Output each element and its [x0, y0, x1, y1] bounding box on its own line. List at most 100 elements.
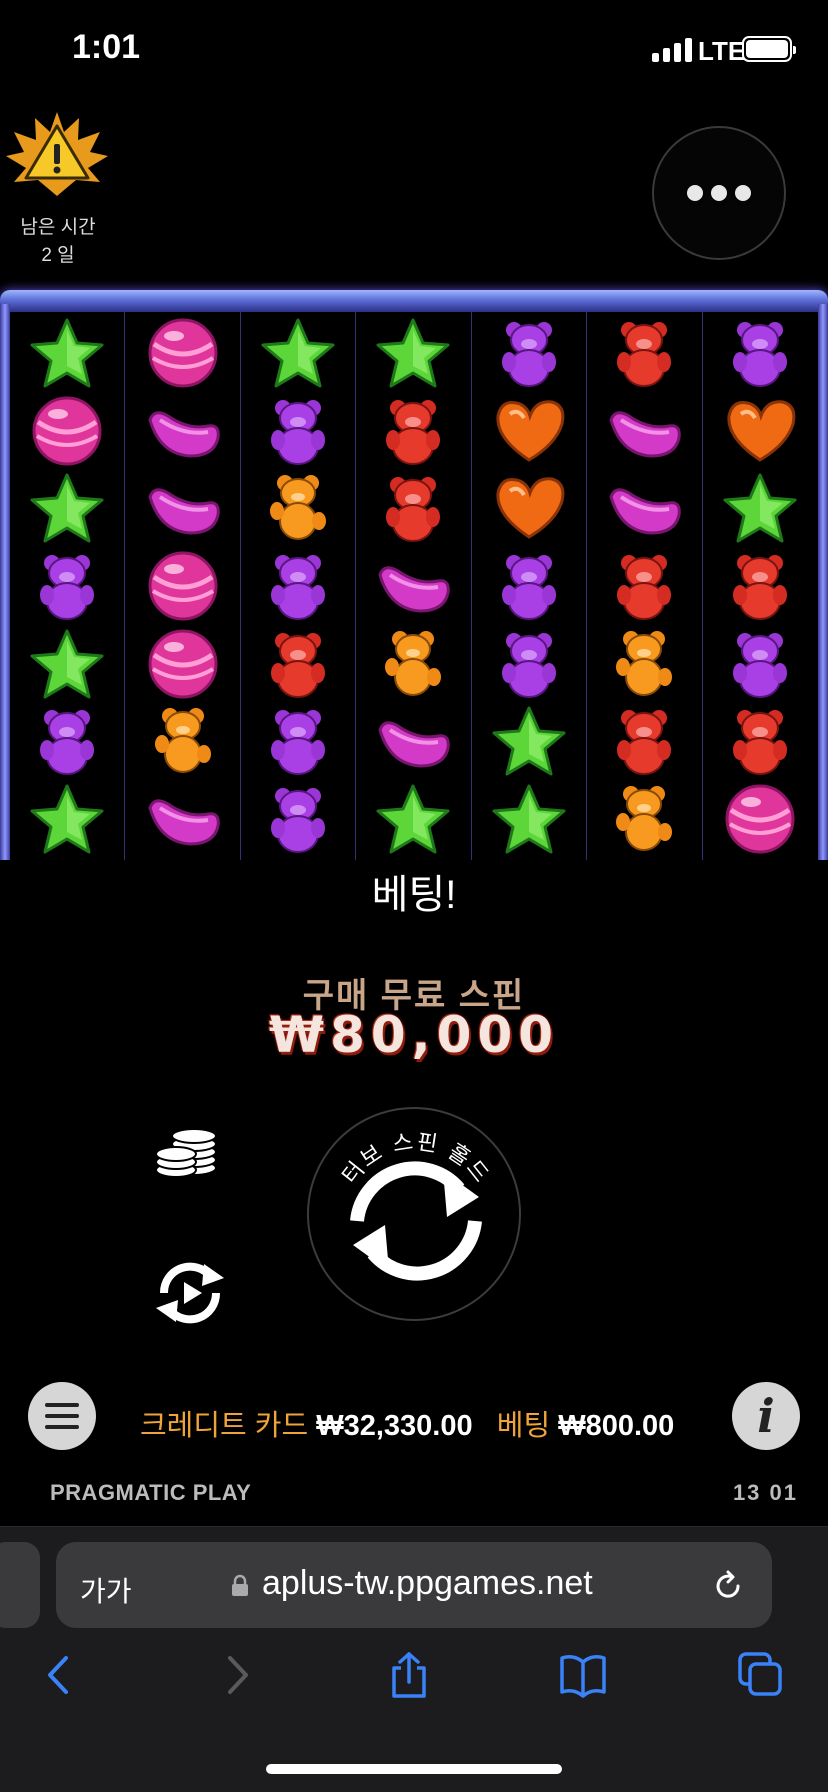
star-green-icon	[490, 782, 568, 856]
candy-pink-icon	[721, 782, 799, 856]
bear-purple-icon	[490, 316, 568, 390]
buy-free-spins-amount[interactable]: ₩80,000	[0, 1006, 828, 1064]
reel-column	[356, 312, 472, 860]
heart-orange-icon	[490, 471, 568, 545]
bear-red-icon	[605, 704, 683, 778]
bear-purple-icon	[259, 394, 337, 468]
bear-purple-icon	[721, 627, 799, 701]
bear-red-icon	[374, 471, 452, 545]
info-button[interactable]: i	[732, 1382, 800, 1450]
jelly-magenta-icon	[605, 394, 683, 468]
timer-label: 남은 시간 2 일	[0, 214, 116, 270]
bear-purple-icon	[28, 704, 106, 778]
tabs-icon[interactable]	[738, 1652, 784, 1698]
star-green-icon	[28, 782, 106, 856]
status-bar: 1:01 LTE	[0, 0, 828, 100]
reload-icon[interactable]	[710, 1568, 746, 1604]
jelly-magenta-icon	[144, 782, 222, 856]
back-icon[interactable]	[36, 1652, 82, 1698]
url-text[interactable]: aplus-tw.ppgames.net	[262, 1564, 593, 1603]
bookmarks-icon[interactable]	[560, 1652, 606, 1698]
reel-column	[10, 312, 126, 860]
more-options-button[interactable]	[652, 126, 786, 260]
dot-icon	[711, 185, 727, 201]
bear-orange-icon	[605, 627, 683, 701]
bear-orange-icon	[259, 471, 337, 545]
reel-frame-right	[818, 304, 828, 860]
heart-orange-icon	[721, 394, 799, 468]
dot-icon	[687, 185, 703, 201]
signal-icon	[652, 38, 694, 62]
reel-frame	[0, 290, 828, 860]
jelly-magenta-icon	[374, 549, 452, 623]
heart-orange-icon	[490, 394, 568, 468]
hamburger-icon	[45, 1414, 79, 1418]
forward-icon[interactable]	[214, 1652, 260, 1698]
star-green-icon	[28, 316, 106, 390]
game-clock: 13 01	[732, 1480, 798, 1505]
reel-grid	[10, 312, 818, 860]
balance-bar: 크레디트 카드 ₩32,330.00 베팅 ₩800.00	[140, 1402, 674, 1444]
text-size-button[interactable]: 가가	[80, 1570, 132, 1610]
bear-purple-icon	[490, 627, 568, 701]
bear-orange-icon	[605, 782, 683, 856]
coins-icon[interactable]	[154, 1124, 220, 1180]
candy-pink-icon	[144, 549, 222, 623]
candy-pink-icon	[144, 627, 222, 701]
autoplay-icon[interactable]	[148, 1256, 232, 1330]
star-green-icon	[374, 316, 452, 390]
candy-pink-icon	[28, 394, 106, 468]
reel-column	[241, 312, 357, 860]
bear-purple-icon	[490, 549, 568, 623]
menu-button[interactable]	[28, 1382, 96, 1450]
warning-icon[interactable]	[4, 110, 110, 200]
credit-label: 크레디트 카드	[140, 1410, 309, 1442]
candy-pink-icon	[144, 316, 222, 390]
reel-column	[703, 312, 818, 860]
bet-value: ₩800.00	[558, 1410, 675, 1442]
bear-purple-icon	[259, 704, 337, 778]
bear-purple-icon	[721, 316, 799, 390]
bear-purple-icon	[259, 549, 337, 623]
hamburger-icon	[45, 1425, 79, 1429]
previous-tab[interactable]	[0, 1542, 40, 1628]
jelly-magenta-icon	[374, 704, 452, 778]
bear-red-icon	[374, 394, 452, 468]
bear-red-icon	[605, 549, 683, 623]
network-label: LTE	[698, 36, 746, 66]
reel-frame-left	[0, 304, 10, 860]
bear-red-icon	[721, 549, 799, 623]
jelly-magenta-icon	[144, 471, 222, 545]
timer-value: 2 일	[41, 245, 75, 266]
reel-frame-top	[0, 290, 828, 312]
battery-icon	[742, 36, 796, 62]
dot-icon	[735, 185, 751, 201]
jelly-magenta-icon	[144, 394, 222, 468]
bear-purple-icon	[28, 549, 106, 623]
hamburger-icon	[45, 1403, 79, 1407]
star-green-icon	[28, 471, 106, 545]
lock-icon	[232, 1574, 248, 1596]
spin-button-label: 터보 스핀 홀드	[338, 1130, 492, 1189]
brand-logo: PRAGMATIC PLAY	[50, 1480, 252, 1505]
bear-red-icon	[721, 704, 799, 778]
svg-text:터보 스핀 홀드: 터보 스핀 홀드	[338, 1130, 494, 1189]
timer-title: 남은 시간	[20, 217, 96, 238]
bear-orange-icon	[144, 704, 222, 778]
bear-orange-icon	[374, 627, 452, 701]
star-green-icon	[259, 316, 337, 390]
share-icon[interactable]	[386, 1652, 432, 1698]
star-green-icon	[28, 627, 106, 701]
star-green-icon	[721, 471, 799, 545]
spin-button[interactable]: 터보 스핀 홀드	[307, 1107, 521, 1321]
bear-purple-icon	[259, 782, 337, 856]
reel-column	[125, 312, 241, 860]
home-indicator	[266, 1764, 562, 1774]
status-time: 1:01	[72, 28, 141, 66]
bear-red-icon	[259, 627, 337, 701]
bet-message: 베팅!	[371, 873, 457, 917]
bear-red-icon	[605, 316, 683, 390]
reel-column	[472, 312, 588, 860]
reel-column	[587, 312, 703, 860]
star-green-icon	[374, 782, 452, 856]
